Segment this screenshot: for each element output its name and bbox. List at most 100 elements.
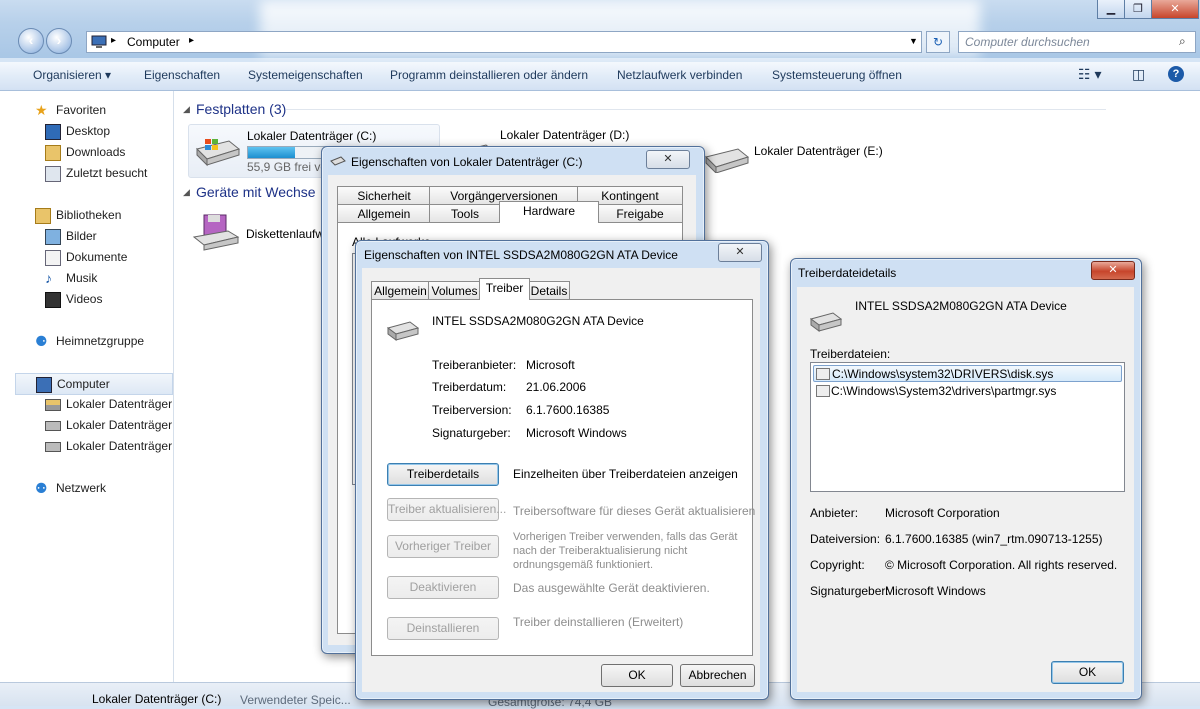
list-item[interactable]: C:\Windows\System32\drivers\partmgr.sys <box>814 383 1121 398</box>
breadcrumb-computer[interactable]: Computer <box>127 35 180 49</box>
action-description: ordnungsgemäß funktioniert. <box>513 559 654 571</box>
info-value: Microsoft Windows <box>885 584 986 598</box>
ok-button[interactable]: OK <box>601 664 673 687</box>
collapse-group-icon[interactable]: ◢ <box>183 187 190 198</box>
forward-button[interactable]: › <box>46 28 72 54</box>
uninstall-driver-button[interactable]: Deinstallieren <box>387 617 499 640</box>
drive-c-usage-fill <box>248 147 295 158</box>
sidebar-item-favorites[interactable]: ★ Favoriten <box>0 100 172 120</box>
action-description: Treibersoftware für dieses Gerät aktuali… <box>513 504 756 518</box>
tab-tools[interactable]: Tools <box>429 204 501 223</box>
system-drive-icon <box>196 139 241 167</box>
sidebar-item-pictures[interactable]: Bilder <box>0 226 172 246</box>
drive-d-name[interactable]: Lokaler Datenträger (D:) <box>500 128 629 142</box>
group-title-hdd[interactable]: Festplatten (3) <box>196 101 286 117</box>
driver-file-path: C:\Windows\System32\drivers\partmgr.sys <box>831 384 1057 398</box>
tab-general[interactable]: Allgemein <box>371 281 430 300</box>
driver-file-path: C:\Windows\system32\DRIVERS\disk.sys <box>832 367 1054 381</box>
search-input[interactable]: Computer durchsuchen ⌕ <box>958 31 1196 53</box>
sidebar-label: Computer <box>57 377 110 391</box>
tab-security[interactable]: Sicherheit <box>337 186 431 205</box>
group-divider <box>286 109 1106 110</box>
close-icon[interactable]: ✕ <box>646 150 690 169</box>
system-properties-button[interactable]: Systemeigenschaften <box>248 68 363 82</box>
sidebar-item-libraries[interactable]: Bibliotheken <box>0 205 172 225</box>
tab-driver[interactable]: Treiber <box>479 278 530 300</box>
network-icon: ⚉ <box>35 480 48 496</box>
sidebar-item-network[interactable]: ⚉ Netzwerk <box>0 478 172 498</box>
preview-pane-icon[interactable]: ◫ <box>1132 66 1145 83</box>
info-value: 6.1.7600.16385 (win7_rtm.090713-1255) <box>885 532 1103 546</box>
close-icon[interactable]: ✕ <box>718 243 762 262</box>
device-properties-dialog: Eigenschaften von INTEL SSDSA2M080G2GN A… <box>355 240 769 700</box>
sidebar-label: Favoriten <box>56 103 107 117</box>
driver-files-list[interactable]: C:\Windows\system32\DRIVERS\disk.sys C:\… <box>810 362 1125 492</box>
info-label: Signaturgeber: <box>432 426 511 440</box>
action-description: Das ausgewählte Gerät deaktivieren. <box>513 581 710 595</box>
computer-icon <box>36 377 52 393</box>
back-button[interactable]: ‹ <box>18 28 44 54</box>
info-value: © Microsoft Corporation. All rights rese… <box>885 558 1118 572</box>
drive-e-name[interactable]: Lokaler Datenträger (E:) <box>754 144 883 158</box>
file-icon <box>816 368 830 380</box>
tab-general[interactable]: Allgemein <box>337 204 431 223</box>
breadcrumb-chevron-icon[interactable]: ▸ <box>189 35 194 46</box>
driver-details-button[interactable]: Treiberdetails <box>387 463 499 486</box>
sidebar-item-documents[interactable]: Dokumente <box>0 247 172 267</box>
sidebar-item-videos[interactable]: Videos <box>0 289 172 309</box>
view-options-icon[interactable]: ☷ ▾ <box>1078 66 1101 83</box>
sidebar-item-drive-e[interactable]: Lokaler Datenträger <box>0 436 172 456</box>
sidebar-label: Zuletzt besucht <box>66 166 148 180</box>
sidebar-item-drive-d[interactable]: Lokaler Datenträger <box>0 415 172 435</box>
properties-button[interactable]: Eigenschaften <box>144 68 220 82</box>
collapse-group-icon[interactable]: ◢ <box>183 104 190 115</box>
computer-icon <box>91 35 107 48</box>
uninstall-program-button[interactable]: Programm deinstallieren oder ändern <box>390 68 588 82</box>
device-name: INTEL SSDSA2M080G2GN ATA Device <box>855 299 1067 313</box>
map-network-drive-button[interactable]: Netzlaufwerk verbinden <box>617 68 742 82</box>
address-dropdown-icon[interactable]: ▼ <box>909 36 918 46</box>
list-item-selected[interactable]: C:\Windows\system32\DRIVERS\disk.sys <box>813 365 1122 382</box>
organize-menu[interactable]: Organisieren ▾ <box>33 68 111 82</box>
sidebar-label: Lokaler Datenträger <box>66 397 173 411</box>
help-icon[interactable]: ? <box>1168 66 1184 82</box>
music-icon: ♪ <box>45 270 52 286</box>
update-driver-button[interactable]: Treiber aktualisieren... <box>387 498 506 521</box>
close-icon[interactable]: ✕ <box>1091 261 1135 280</box>
sidebar-item-computer[interactable]: Computer <box>15 373 173 395</box>
maximize-button[interactable]: ❐ <box>1124 0 1152 19</box>
ok-button[interactable]: OK <box>1051 661 1124 684</box>
info-label: Dateiversion: <box>810 532 881 546</box>
drive-icon <box>386 321 420 341</box>
search-icon[interactable]: ⌕ <box>1179 34 1186 49</box>
system-drive-icon <box>45 399 61 411</box>
close-window-button[interactable]: ✕ <box>1151 0 1199 19</box>
info-value: Microsoft Windows <box>526 426 627 440</box>
drive-c-free: 55,9 GB frei vo <box>247 160 328 174</box>
sidebar-item-downloads[interactable]: Downloads <box>0 142 172 162</box>
tab-details[interactable]: Details <box>528 281 570 300</box>
floppy-name[interactable]: Diskettenlaufw <box>246 227 324 241</box>
rollback-driver-button[interactable]: Vorheriger Treiber <box>387 535 499 558</box>
breadcrumb-separator-icon[interactable]: ▸ <box>111 35 116 46</box>
cancel-button[interactable]: Abbrechen <box>680 664 755 687</box>
status-drive-name: Lokaler Datenträger (C:) <box>92 692 222 706</box>
group-title-removable[interactable]: Geräte mit Wechse <box>196 184 316 200</box>
tab-hardware[interactable]: Hardware <box>499 201 599 223</box>
disable-device-button[interactable]: Deaktivieren <box>387 576 499 599</box>
sidebar-item-drive-c[interactable]: Lokaler Datenträger <box>0 394 172 414</box>
tab-sharing[interactable]: Freigabe <box>597 204 683 223</box>
sidebar-item-desktop[interactable]: Desktop <box>0 121 172 141</box>
tab-volumes[interactable]: Volumes <box>428 281 481 300</box>
sidebar-item-recent[interactable]: Zuletzt besucht <box>0 163 172 183</box>
command-bar: Organisieren ▾ Eigenschaften Systemeigen… <box>0 62 1200 91</box>
refresh-icon[interactable]: ↻ <box>926 31 950 53</box>
sidebar-item-homegroup[interactable]: ⚈ Heimnetzgruppe <box>0 331 172 351</box>
driver-tab-page: INTEL SSDSA2M080G2GN ATA Device Treibera… <box>371 299 756 656</box>
address-bar[interactable]: ▸ Computer ▸ ▼ <box>86 31 922 53</box>
info-label: Anbieter: <box>810 506 859 520</box>
action-description: Treiber deinstallieren (Erweitert) <box>513 615 684 629</box>
open-control-panel-button[interactable]: Systemsteuerung öffnen <box>772 68 902 82</box>
sidebar-item-music[interactable]: ♪ Musik <box>0 268 172 288</box>
minimize-button[interactable]: ▁ <box>1097 0 1125 19</box>
